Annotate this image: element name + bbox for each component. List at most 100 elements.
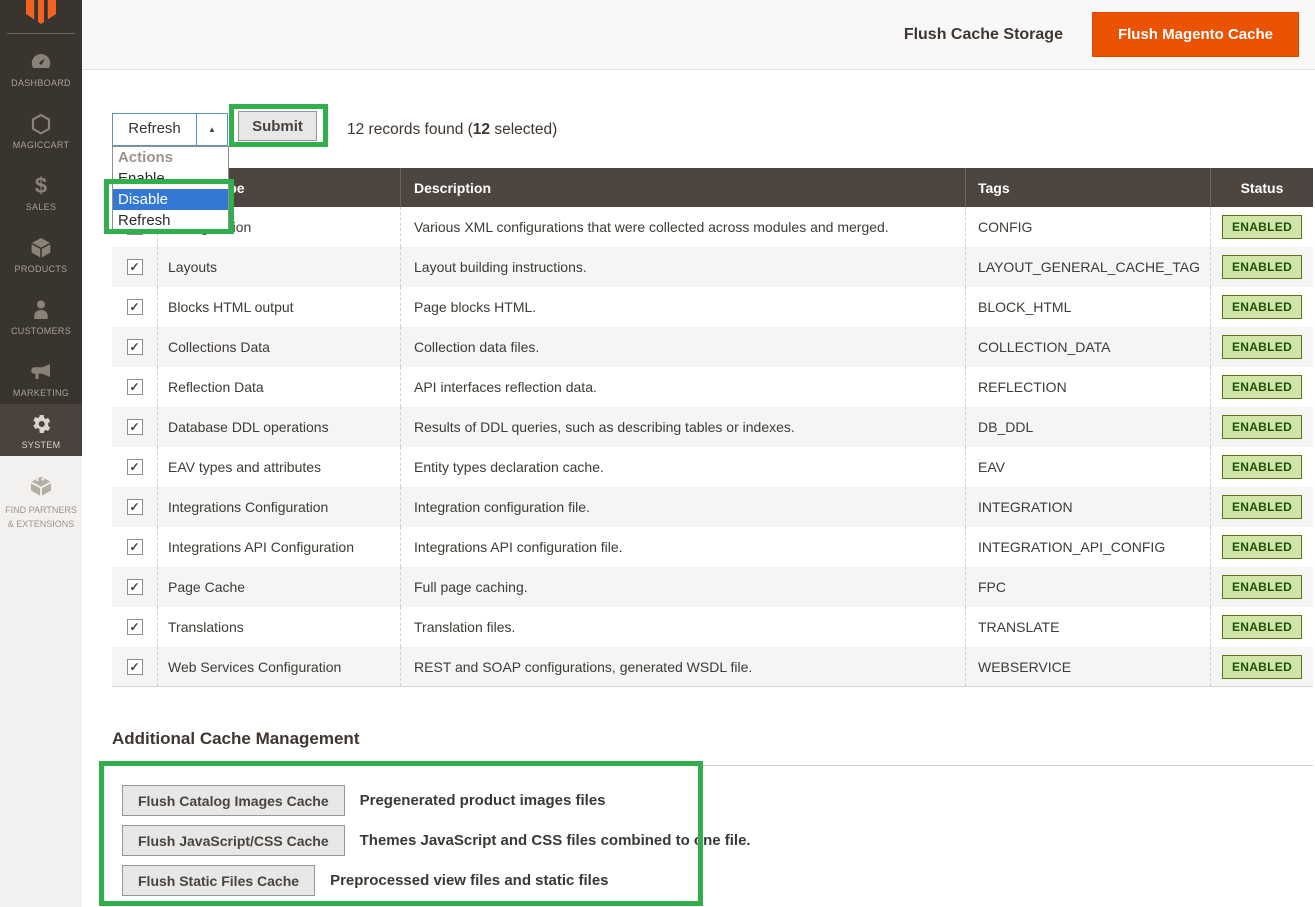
row-checkbox-cell: ✓: [112, 447, 157, 487]
table-row: ✓Integrations API ConfigurationIntegrati…: [112, 527, 1313, 567]
sidebar-item-customers[interactable]: CUSTOMERS: [0, 298, 82, 336]
flush-button-2[interactable]: Flush Static Files Cache: [122, 865, 315, 896]
cache-type-cell: Translations: [157, 607, 400, 647]
column-header-status[interactable]: Status: [1210, 168, 1313, 207]
row-checkbox[interactable]: ✓: [127, 459, 143, 475]
status-cell: ENABLED: [1210, 287, 1313, 327]
description-cell: REST and SOAP configurations, generated …: [400, 647, 965, 686]
additional-cache-action: Flush JavaScript/CSS CacheThemes JavaScr…: [122, 825, 751, 856]
sales-icon: $: [0, 174, 82, 200]
description-cell: Results of DDL queries, such as describi…: [400, 407, 965, 447]
row-checkbox-cell: ✓: [112, 647, 157, 686]
table-row: ✓EAV types and attributesEntity types de…: [112, 447, 1313, 487]
row-checkbox[interactable]: ✓: [127, 259, 143, 275]
sidebar-item-sales[interactable]: $ SALES: [0, 174, 82, 212]
sidebar-item-label: SYSTEM: [0, 440, 82, 450]
sidebar: DASHBOARD MAGICCART $ SALES PRODUCTS CUS…: [0, 0, 82, 456]
page-header: Flush Cache Storage Flush Magento Cache: [82, 0, 1315, 70]
sidebar-item-label: DASHBOARD: [0, 78, 82, 88]
status-cell: ENABLED: [1210, 487, 1313, 527]
row-checkbox-cell: ✓: [112, 607, 157, 647]
description-cell: Translation files.: [400, 607, 965, 647]
row-checkbox[interactable]: ✓: [127, 499, 143, 515]
sidebar-item-label: MAGICCART: [0, 140, 82, 150]
status-cell: ENABLED: [1210, 607, 1313, 647]
row-checkbox[interactable]: ✓: [127, 579, 143, 595]
tags-cell: EAV: [965, 447, 1210, 487]
row-checkbox[interactable]: ✓: [127, 379, 143, 395]
sidebar-item-label-line1: FIND PARTNERS: [0, 504, 82, 516]
description-cell: Integration configuration file.: [400, 487, 965, 527]
dropdown-option-enable[interactable]: Enable: [113, 168, 228, 189]
flush-button-description: Pregenerated product images files: [360, 792, 606, 809]
table-row: ✓Collections DataCollection data files.C…: [112, 327, 1313, 367]
table-row: ✓ConfigurationVarious XML configurations…: [112, 207, 1313, 247]
sidebar-item-dashboard[interactable]: DASHBOARD: [0, 50, 82, 88]
status-badge: ENABLED: [1222, 295, 1302, 319]
row-checkbox[interactable]: ✓: [127, 659, 143, 675]
mass-action-selected-value: Refresh: [113, 114, 196, 145]
tags-cell: INTEGRATION: [965, 487, 1210, 527]
tags-cell: WEBSERVICE: [965, 647, 1210, 686]
select-arrow-up-icon[interactable]: ▲: [196, 114, 227, 145]
description-cell: Integrations API configuration file.: [400, 527, 965, 567]
records-found-text: 12 records found (12 selected): [347, 121, 557, 139]
status-badge: ENABLED: [1222, 655, 1302, 679]
magento-logo[interactable]: [0, 0, 82, 30]
flush-button-0[interactable]: Flush Catalog Images Cache: [122, 785, 345, 816]
tags-cell: REFLECTION: [965, 367, 1210, 407]
sidebar-item-marketing[interactable]: MARKETING: [0, 360, 82, 398]
description-cell: Layout building instructions.: [400, 247, 965, 287]
row-checkbox[interactable]: ✓: [127, 619, 143, 635]
magiccart-icon: [0, 112, 82, 138]
dropdown-option-refresh[interactable]: Refresh: [113, 210, 228, 231]
description-cell: Page blocks HTML.: [400, 287, 965, 327]
additional-cache-action: Flush Catalog Images Cache Pregenerated p…: [122, 785, 606, 816]
status-badge: ENABLED: [1222, 255, 1302, 279]
row-checkbox-cell: ✓: [112, 567, 157, 607]
row-checkbox[interactable]: ✓: [127, 419, 143, 435]
products-icon: [0, 236, 82, 262]
table-row: ✓ Database DDL operationsResults of DDL q…: [112, 407, 1313, 447]
sidebar-item-products[interactable]: PRODUCTS: [0, 236, 82, 274]
sidebar-footer: FIND PARTNERS & EXTENSIONS: [0, 456, 82, 907]
status-cell: ENABLED: [1210, 527, 1313, 567]
status-badge: ENABLED: [1222, 535, 1302, 559]
sidebar-item-label: MARKETING: [0, 388, 82, 398]
column-header-description[interactable]: Description: [400, 168, 965, 207]
tags-cell: BLOCK_HTML: [965, 287, 1210, 327]
tags-cell: INTEGRATION_API_CONFIG: [965, 527, 1210, 567]
sidebar-item-system[interactable]: SYSTEM: [0, 404, 82, 456]
flush-magento-cache-button[interactable]: Flush Magento Cache: [1092, 12, 1299, 57]
dropdown-option-disable[interactable]: Disable: [113, 189, 228, 210]
marketing-icon: [0, 360, 82, 386]
row-checkbox-cell: ✓: [112, 527, 157, 567]
submit-button[interactable]: Submit: [238, 111, 317, 141]
row-checkbox-cell: ✓: [112, 287, 157, 327]
status-badge: ENABLED: [1222, 415, 1302, 439]
cache-type-cell: Integrations Configuration: [157, 487, 400, 527]
sidebar-item-find-partners[interactable]: FIND PARTNERS & EXTENSIONS: [0, 472, 82, 530]
row-checkbox[interactable]: ✓: [127, 539, 143, 555]
sidebar-item-label: CUSTOMERS: [0, 326, 82, 336]
cache-type-cell: Web Services Configuration: [157, 647, 400, 686]
row-checkbox[interactable]: ✓: [127, 339, 143, 355]
row-checkbox[interactable]: ✓: [127, 299, 143, 315]
row-checkbox-cell: ✓: [112, 247, 157, 287]
cache-type-cell: Collections Data: [157, 327, 400, 367]
cache-type-cell: Database DDL operations: [157, 407, 400, 447]
sidebar-item-magiccart[interactable]: MAGICCART: [0, 112, 82, 150]
flush-cache-storage-button[interactable]: Flush Cache Storage: [904, 26, 1063, 44]
flush-button-1[interactable]: Flush JavaScript/CSS Cache: [122, 825, 345, 856]
column-header-tags[interactable]: Tags: [965, 168, 1210, 207]
status-badge: ENABLED: [1222, 215, 1302, 239]
cache-type-cell: EAV types and attributes: [157, 447, 400, 487]
tags-cell: FPC: [965, 567, 1210, 607]
description-cell: API interfaces reflection data.: [400, 367, 965, 407]
status-cell: ENABLED: [1210, 647, 1313, 686]
mass-action-select[interactable]: Refresh ▲: [112, 113, 228, 146]
sidebar-item-label-line2: & EXTENSIONS: [0, 518, 82, 530]
additional-cache-action: Flush Static Files CachePreprocessed vie…: [122, 865, 609, 896]
table-row: ✓Blocks HTML outputPage blocks HTML.BLOC…: [112, 287, 1313, 327]
system-gear-icon: [0, 412, 82, 438]
